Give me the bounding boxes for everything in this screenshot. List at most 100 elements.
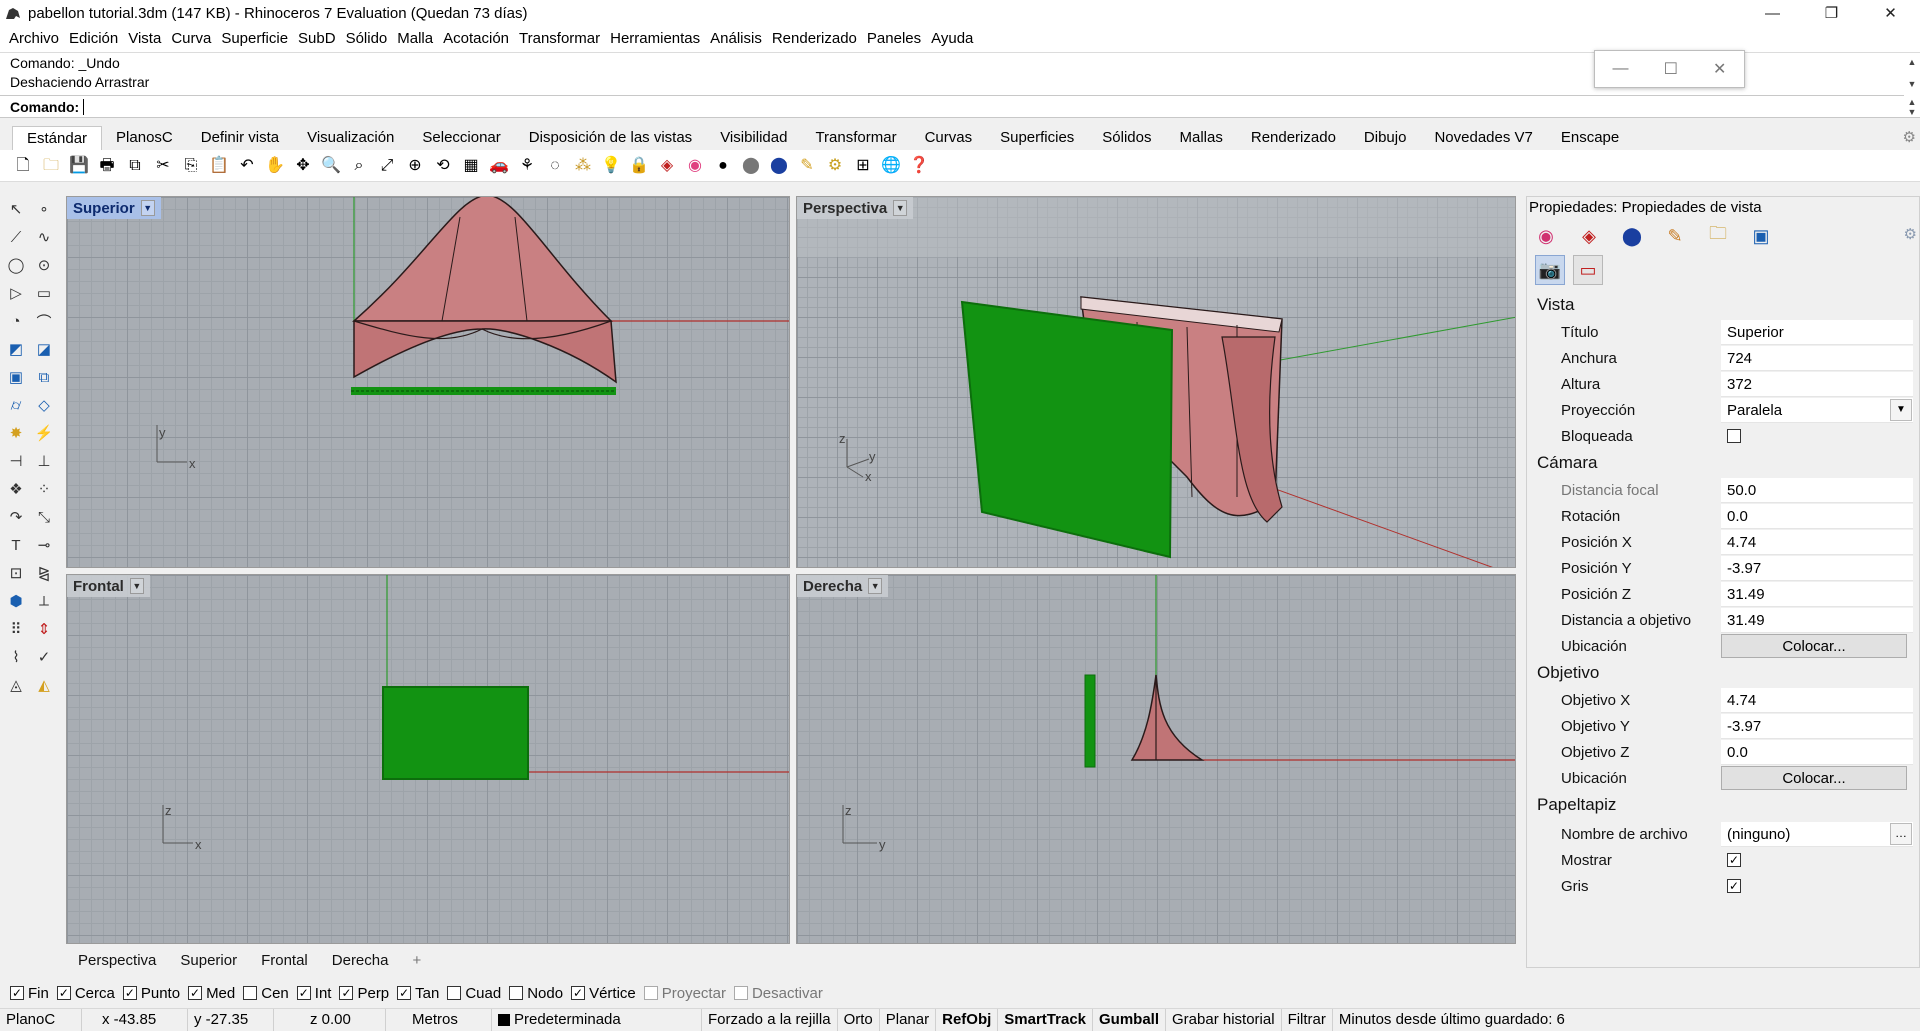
status-ortho[interactable]: Orto [838, 1008, 880, 1031]
color-wheel-icon[interactable]: ◉ [683, 154, 707, 178]
osnap-checkbox[interactable] [447, 986, 462, 1000]
history-scroll-down-icon[interactable]: ▼ [1904, 79, 1920, 89]
menu-analisis[interactable]: Análisis [705, 26, 767, 52]
osnap-tan[interactable]: ✓ Tan [397, 985, 439, 1002]
arc-icon[interactable]: ◔ [3, 308, 29, 334]
tab-planosc[interactable]: PlanosC [102, 126, 187, 150]
paint-icon[interactable]: ⌇ [3, 644, 29, 670]
view-properties-icon[interactable]: ◉ [1531, 223, 1561, 249]
osnap-checkbox[interactable]: ✓ [571, 986, 586, 1000]
osnap-checkbox[interactable]: ✓ [122, 986, 137, 1000]
menu-malla[interactable]: Malla [392, 26, 438, 52]
tab-dibujo[interactable]: Dibujo [1350, 126, 1421, 150]
bloqueada-checkbox[interactable] [1727, 429, 1741, 443]
zoom-window-icon[interactable]: ⌕ [347, 154, 371, 178]
osnap-fin[interactable]: ✓ Fin [10, 985, 49, 1002]
command-input-caret[interactable] [83, 98, 85, 115]
shade-icon[interactable]: ● [711, 154, 735, 178]
render-sphere-icon[interactable]: ⬤ [739, 154, 763, 178]
chevron-down-icon[interactable]: ▼ [1890, 398, 1912, 421]
boolean-union-icon[interactable]: ⧉ [31, 364, 57, 390]
osnap-vertice[interactable]: ✓ Vértice [571, 985, 636, 1002]
gris-checkbox[interactable]: ✓ [1727, 879, 1741, 893]
viewport-frame-icon[interactable]: ▭ [1573, 255, 1603, 285]
viewport-derecha[interactable]: z y Derecha ▼ [796, 574, 1516, 944]
box-icon[interactable]: ▣ [3, 364, 29, 390]
colocar-objetivo-button[interactable]: Colocar... [1721, 766, 1907, 790]
tab-seleccionar[interactable]: Seleccionar [408, 126, 514, 150]
grid-array-icon[interactable]: ⠿ [3, 616, 29, 642]
array-icon[interactable]: ⁘ [31, 476, 57, 502]
viewport-tab-perspectiva[interactable]: Perspectiva [66, 952, 168, 969]
analyze-icon[interactable]: ⟂ [31, 588, 57, 614]
prompt-scroll-up-icon[interactable]: ▲ [1904, 97, 1920, 107]
tab-curvas[interactable]: Curvas [911, 126, 987, 150]
dimension-icon[interactable]: ⊞ [851, 154, 875, 178]
text-icon[interactable]: T [3, 532, 29, 558]
viewport-menu-arrow-icon[interactable]: ▼ [140, 200, 155, 216]
rectangle-icon[interactable]: ▭ [31, 280, 57, 306]
select-arrow-icon[interactable]: ↖ [3, 196, 29, 222]
status-gumball[interactable]: Gumball [1093, 1008, 1167, 1031]
tab-mallas[interactable]: Mallas [1166, 126, 1237, 150]
menu-vista[interactable]: Vista [123, 26, 166, 52]
zoom-selected-icon[interactable]: ⊕ [403, 154, 427, 178]
tab-visualizacion[interactable]: Visualización [293, 126, 408, 150]
float-close-icon[interactable]: ✕ [1713, 59, 1726, 79]
rendering-icon[interactable]: ⬤ [1617, 223, 1647, 249]
close-button[interactable]: ✕ [1861, 0, 1920, 26]
altura-field[interactable]: 372 [1721, 371, 1913, 397]
tab-superficies[interactable]: Superficies [986, 126, 1088, 150]
material-sphere-icon[interactable]: ⬤ [767, 154, 791, 178]
status-filter[interactable]: Filtrar [1282, 1008, 1333, 1031]
distancia-field[interactable]: 31.49 [1721, 607, 1913, 633]
osnap-checkbox[interactable]: ✓ [188, 986, 203, 1000]
car-icon[interactable]: 🚗 [487, 154, 511, 178]
polyline-icon[interactable]: ⟋ [3, 224, 29, 250]
osnap-perp[interactable]: ✓ Perp [339, 985, 389, 1002]
brush-icon[interactable]: ◭ [31, 672, 57, 698]
mesh-icon[interactable]: ◇ [31, 392, 57, 418]
curve-icon[interactable]: ∿ [31, 224, 57, 250]
menu-herramientas[interactable]: Herramientas [605, 26, 705, 52]
objetivo-y-field[interactable]: -3.97 [1721, 713, 1913, 739]
osnap-checkbox[interactable]: ✓ [296, 986, 311, 1000]
tab-visibilidad[interactable]: Visibilidad [706, 126, 801, 150]
osnap-checkbox[interactable]: ✓ [397, 986, 412, 1000]
menu-superficie[interactable]: Superficie [216, 26, 293, 52]
fillet-icon[interactable]: ⌒ [31, 308, 57, 334]
osnap-desactivar[interactable]: Desactivar [733, 985, 823, 1002]
tab-estandar[interactable]: Estándar [12, 126, 103, 150]
light-icon[interactable]: 💡 [599, 154, 623, 178]
history-scroll-up-icon[interactable]: ▲ [1904, 57, 1920, 67]
status-planar[interactable]: Planar [880, 1008, 937, 1031]
zoom-icon[interactable]: 🔍 [319, 154, 343, 178]
add-viewport-tab-icon[interactable]: + [400, 952, 433, 969]
rotate-icon[interactable]: ↷ [3, 504, 29, 530]
anchura-field[interactable]: 724 [1721, 345, 1913, 371]
viewport-menu-arrow-icon[interactable]: ▼ [129, 578, 144, 594]
undo-view-icon[interactable]: ⟲ [431, 154, 455, 178]
status-cplane[interactable]: PlanoC [0, 1008, 82, 1031]
menu-curva[interactable]: Curva [166, 26, 216, 52]
tab-renderizado[interactable]: Renderizado [1237, 126, 1350, 150]
osnap-cuad[interactable]: Cuad [447, 985, 501, 1002]
viewport-tab-frontal[interactable]: Frontal [249, 952, 320, 969]
viewport-frontal[interactable]: z x Frontal ▼ [66, 574, 790, 944]
extrude-curve-icon[interactable]: ◪ [31, 336, 57, 362]
osnap-nodo[interactable]: Nodo [509, 985, 563, 1002]
folder-icon[interactable]: 🗀 [1703, 223, 1733, 249]
tab-transformar[interactable]: Transformar [801, 126, 910, 150]
group-icon[interactable]: ❖ [3, 476, 29, 502]
osnap-checkbox[interactable] [509, 986, 524, 1000]
rotacion-field[interactable]: 0.0 [1721, 503, 1913, 529]
viewport-tab-derecha[interactable]: Derecha [320, 952, 401, 969]
menu-transformar[interactable]: Transformar [514, 26, 605, 52]
rotate-view-icon[interactable]: ✥ [291, 154, 315, 178]
save-icon[interactable]: 💾 [67, 154, 91, 178]
viewport-label-superior[interactable]: Superior ▼ [67, 197, 161, 219]
split-icon[interactable]: ⊣ [3, 448, 29, 474]
viewport-label-frontal[interactable]: Frontal ▼ [67, 575, 150, 597]
select-points-icon[interactable]: ⁂ [571, 154, 595, 178]
highlighter-icon[interactable]: ✎ [795, 154, 819, 178]
